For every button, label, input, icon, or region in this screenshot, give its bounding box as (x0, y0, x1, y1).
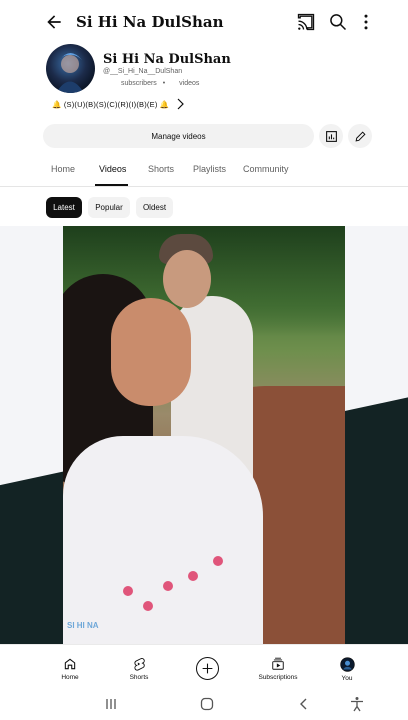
channel-stats: subscribers • videos (121, 80, 203, 87)
short-video-player[interactable]: SI HI NA (0, 226, 408, 644)
channel-tabs: Home Videos Shorts Playlists Community (0, 158, 408, 186)
video-thumbnail[interactable]: SI HI NA (63, 226, 345, 644)
channel-handle: @__Si_Hi_Na__DulShan (103, 68, 183, 75)
scene-person-back-face (163, 250, 211, 308)
recents-icon[interactable] (103, 696, 119, 712)
videos-label: videos (179, 80, 200, 87)
nav-home-label: Home (61, 674, 79, 681)
nav-you-label: You (341, 675, 353, 682)
home-icon (64, 658, 76, 670)
cast-icon[interactable] (296, 12, 316, 32)
dress-flower (123, 586, 133, 596)
video-watermark: SI HI NA (67, 621, 99, 630)
edit-channel-button[interactable] (348, 124, 372, 148)
create-plus-icon (202, 663, 213, 674)
nav-subscriptions-label: Subscriptions (258, 674, 298, 681)
dress-flower (143, 601, 153, 611)
tab-shorts[interactable]: Shorts (148, 164, 174, 174)
dress-flower (188, 571, 198, 581)
search-icon[interactable] (328, 12, 348, 32)
top-app-bar: Si Hi Na DulShan (0, 0, 408, 44)
tab-community[interactable]: Community (243, 164, 289, 174)
scene-person-front-face (111, 298, 191, 406)
tabs-divider (0, 186, 408, 187)
channel-avatar[interactable] (46, 44, 95, 93)
system-navigation-bar (0, 690, 408, 720)
channel-description[interactable]: 🔔 (S)(U)(B)(S)(C)(R)(I)(B)(E) 🔔 (52, 100, 169, 109)
tab-home[interactable]: Home (51, 164, 75, 174)
filter-chip-popular[interactable]: Popular (88, 197, 130, 218)
nav-you[interactable]: You (317, 657, 377, 682)
channel-name: Si Hi Na DulShan (103, 52, 231, 67)
more-vertical-icon[interactable] (356, 12, 376, 32)
nav-shorts[interactable]: Shorts (109, 657, 169, 681)
chevron-right-icon[interactable] (175, 98, 185, 110)
nav-home[interactable]: Home (40, 657, 100, 681)
page-title: Si Hi Na DulShan (76, 13, 224, 31)
filter-chip-latest[interactable]: Latest (46, 197, 82, 218)
tab-videos[interactable]: Videos (99, 164, 126, 174)
stats-separator: • (162, 80, 166, 87)
analytics-icon (325, 130, 337, 142)
nav-shorts-label: Shorts (129, 674, 149, 681)
home-circle-icon[interactable] (199, 696, 215, 712)
subscribers-label: subscribers (121, 80, 157, 87)
create-button[interactable] (196, 657, 219, 680)
filter-chip-oldest[interactable]: Oldest (136, 197, 173, 218)
back-arrow-icon[interactable] (44, 12, 64, 32)
shorts-icon (134, 657, 145, 671)
profile-avatar-icon (339, 657, 355, 672)
back-chevron-icon[interactable] (296, 696, 312, 712)
scene-person-front-dress (63, 436, 263, 644)
dress-flower (163, 581, 173, 591)
avatar-artwork (56, 53, 84, 93)
nav-subscriptions[interactable]: Subscriptions (248, 657, 308, 681)
pencil-icon (355, 130, 366, 141)
tab-playlists[interactable]: Playlists (193, 164, 226, 174)
dress-flower (213, 556, 223, 566)
manage-videos-button[interactable]: Manage videos (43, 124, 314, 148)
subscriptions-icon (272, 657, 284, 670)
accessibility-icon[interactable] (349, 696, 365, 712)
analytics-button[interactable] (319, 124, 343, 148)
